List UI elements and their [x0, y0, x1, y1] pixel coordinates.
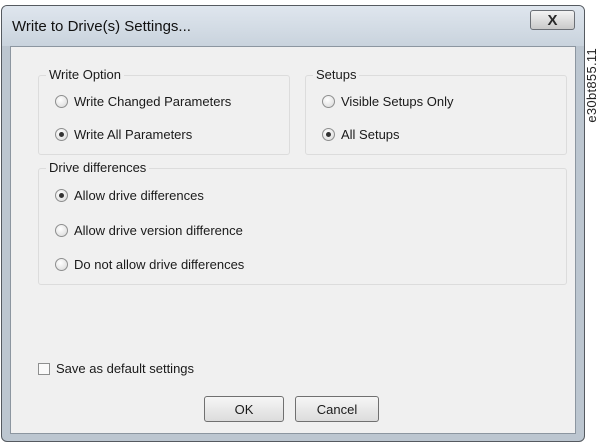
radio-visible-setups-only[interactable]: Visible Setups Only [322, 94, 454, 109]
radio-label: Visible Setups Only [341, 94, 454, 109]
write-option-group: Write Option Write Changed Parameters Wr… [38, 67, 290, 155]
save-default-checkbox[interactable]: Save as default settings [38, 361, 194, 376]
radio-circle [55, 189, 68, 202]
setups-group: Setups Visible Setups Only All Setups [305, 67, 567, 155]
radio-allow-drive-differences[interactable]: Allow drive differences [55, 188, 204, 203]
radio-circle [55, 224, 68, 237]
checkbox-box [38, 362, 50, 375]
drive-differences-group: Drive differences Allow drive difference… [38, 160, 567, 285]
save-default-label: Save as default settings [56, 361, 195, 376]
close-icon: X [547, 11, 558, 29]
dialog-title: Write to Drive(s) Settings... [12, 18, 191, 35]
figure-id-text: e30bt855.11 [583, 47, 599, 123]
radio-circle [55, 95, 68, 108]
close-button[interactable]: X [530, 10, 575, 30]
radio-circle [322, 95, 335, 108]
radio-write-all-parameters[interactable]: Write All Parameters [55, 127, 192, 142]
radio-label: Allow drive differences [74, 188, 204, 203]
radio-allow-drive-version-difference[interactable]: Allow drive version difference [55, 223, 243, 238]
radio-circle [55, 258, 68, 271]
cancel-button[interactable]: Cancel [295, 396, 379, 422]
title-bar: Write to Drive(s) Settings... X [2, 6, 584, 46]
radio-all-setups[interactable]: All Setups [322, 127, 400, 142]
figure-id-label: e30bt855.11 [576, 5, 606, 165]
write-settings-dialog: Write to Drive(s) Settings... X Write Op… [1, 5, 585, 442]
radio-label: All Setups [341, 127, 400, 142]
radio-label: Write Changed Parameters [74, 94, 232, 109]
write-option-legend: Write Option [46, 67, 125, 82]
ok-button[interactable]: OK [204, 396, 284, 422]
radio-label: Write All Parameters [74, 127, 193, 142]
setups-legend: Setups [313, 67, 360, 82]
radio-circle [55, 128, 68, 141]
radio-write-changed-parameters[interactable]: Write Changed Parameters [55, 94, 231, 109]
drive-differences-legend: Drive differences [46, 160, 150, 175]
radio-circle [322, 128, 335, 141]
dialog-content: Write Option Write Changed Parameters Wr… [10, 46, 576, 434]
radio-do-not-allow-drive-differences[interactable]: Do not allow drive differences [55, 257, 244, 272]
radio-label: Allow drive version difference [74, 223, 243, 238]
radio-label: Do not allow drive differences [74, 257, 245, 272]
